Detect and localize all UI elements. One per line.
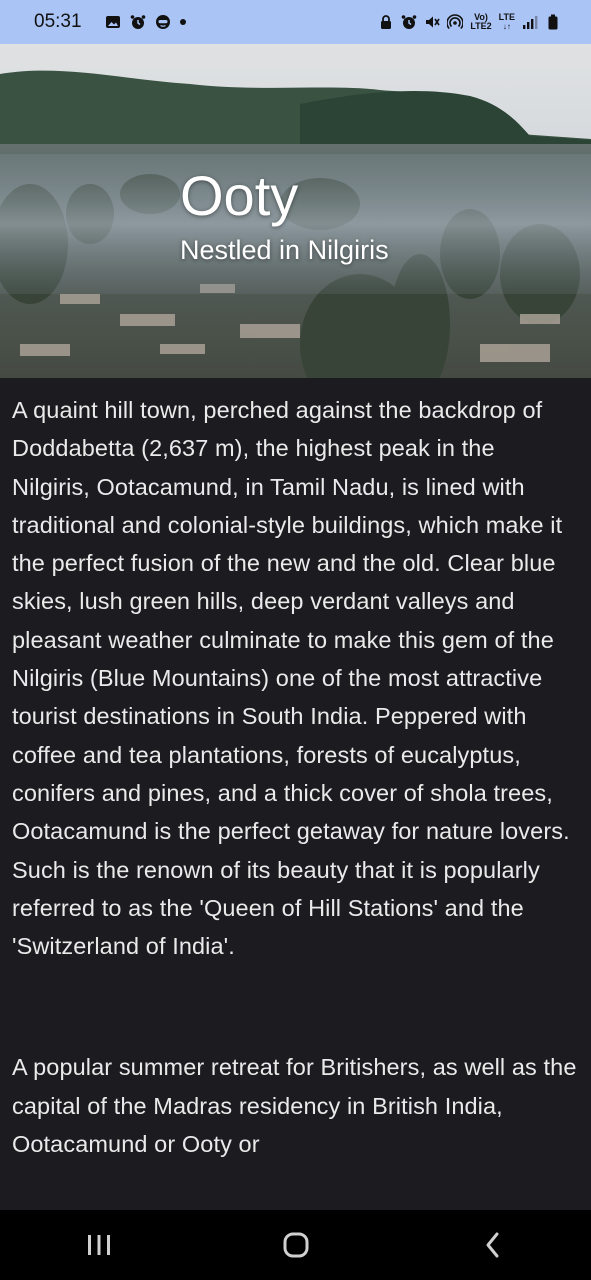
alarm-icon xyxy=(130,14,146,30)
lte-icon: LTE ↓↑ xyxy=(498,12,515,32)
alarm-icon xyxy=(401,14,417,30)
face-icon xyxy=(155,14,171,30)
volte-sim-label: LTE2 xyxy=(470,21,492,31)
gallery-icon xyxy=(105,14,121,30)
status-bar-right: Vo) LTE2 LTE ↓↑ xyxy=(378,13,561,31)
recent-apps-button[interactable] xyxy=(69,1215,129,1275)
status-time: 05:31 xyxy=(34,11,82,32)
status-bar: 05:31 Vo) LTE2 LTE ↓↑ xyxy=(0,0,591,44)
navigation-bar xyxy=(0,1210,591,1280)
page-title: Ooty xyxy=(180,164,299,227)
description-paragraph: A quaint hill town, perched against the … xyxy=(12,397,570,960)
hero-banner: Ooty Nestled in Nilgiris xyxy=(0,44,591,378)
signal-icon xyxy=(522,14,538,30)
page-subtitle: Nestled in Nilgiris xyxy=(180,235,389,265)
lte-label: LTE xyxy=(498,12,515,22)
hotspot-icon xyxy=(447,14,464,30)
recent-apps-icon xyxy=(87,1235,110,1255)
back-button[interactable] xyxy=(463,1215,523,1275)
volte-icon: Vo) LTE2 xyxy=(470,13,491,31)
description-paragraph: A popular summer retreat for Britishers,… xyxy=(12,1054,577,1158)
mute-icon xyxy=(424,14,440,30)
home-icon xyxy=(283,1232,308,1258)
description-scroll-area[interactable]: A quaint hill town, perched against the … xyxy=(0,378,591,1210)
lock-icon xyxy=(378,14,394,30)
battery-icon xyxy=(545,14,561,30)
back-icon xyxy=(486,1232,498,1258)
notification-dot xyxy=(179,19,186,25)
status-bar-left: 05:31 xyxy=(34,11,186,33)
home-button[interactable] xyxy=(266,1215,326,1275)
